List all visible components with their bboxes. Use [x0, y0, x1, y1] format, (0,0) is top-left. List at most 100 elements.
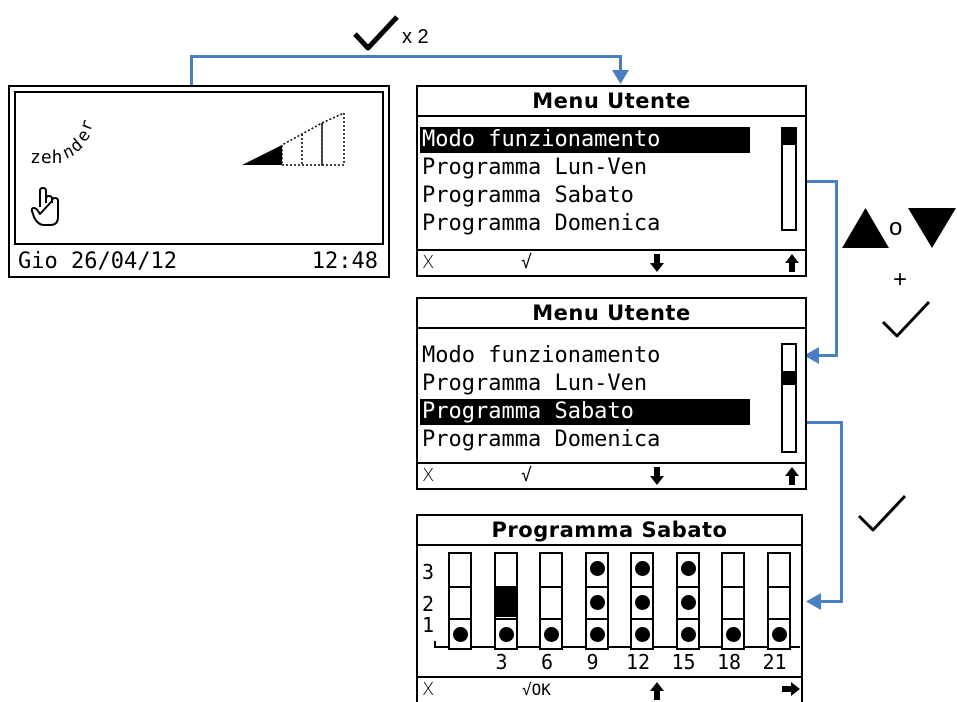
softkey-bar: X √ — [418, 462, 805, 488]
check-icon — [857, 494, 907, 532]
hour-labels: 3 6 9 12 15 18 21 — [418, 652, 805, 674]
program-cell-level-1 — [768, 618, 789, 649]
hour-label: 18 — [717, 650, 742, 674]
program-cell-level-1 — [723, 618, 743, 649]
softkey-bar: X √OK — [418, 676, 801, 702]
arrow-left-icon — [806, 593, 821, 610]
connector-home-to-menu-h — [190, 55, 622, 58]
zehnder-logo: zeh n d e r — [30, 117, 98, 168]
connector-menu1-to-menu2-h2 — [818, 354, 838, 357]
cancel-softkey[interactable]: X — [422, 251, 434, 275]
menu-item-programma-sabato[interactable]: Programma Sabato — [420, 399, 750, 425]
program-column[interactable] — [584, 552, 609, 650]
svg-text:zeh: zeh — [30, 147, 63, 168]
program-cell-level-1 — [495, 618, 516, 649]
program-cell-level-1 — [450, 618, 470, 649]
connector-menu2-to-program-h2 — [820, 600, 843, 603]
program-cell-level-2 — [723, 586, 743, 617]
arrow-down-icon[interactable] — [650, 467, 664, 485]
level-dot — [589, 561, 605, 576]
level-dot — [635, 561, 650, 576]
screen-title: Menu Utente — [418, 87, 805, 117]
level-dot — [498, 627, 514, 642]
scrollbar-thumb[interactable] — [783, 129, 795, 145]
screen-title: Menu Utente — [418, 299, 805, 329]
program-column[interactable] — [630, 552, 654, 650]
arrow-up-icon[interactable] — [785, 254, 799, 272]
scrollbar[interactable] — [781, 343, 797, 453]
check-icon — [881, 300, 931, 338]
program-cell-level-2 — [632, 586, 652, 617]
program-cell-level-2 — [586, 586, 607, 617]
program-cell-level-2 — [677, 586, 698, 617]
program-cell-level-1 — [632, 618, 652, 649]
program-column[interactable] — [493, 552, 518, 650]
menu-item-programma-domenica[interactable]: Programma Domenica — [420, 427, 750, 453]
program-cell-level-2 — [450, 586, 470, 617]
plus-label: + — [893, 266, 908, 293]
hour-label: 15 — [671, 650, 696, 674]
menu-screen-2: Menu Utente Modo funzionamento Programma… — [416, 297, 807, 490]
connector-menu2-to-program-v — [840, 421, 843, 603]
triangle-down-icon — [908, 208, 956, 248]
arrow-up-icon[interactable] — [650, 682, 664, 700]
level-dot — [589, 595, 605, 610]
program-column[interactable] — [539, 552, 563, 650]
program-cell-level-3 — [450, 554, 470, 585]
program-cell-level-2 — [495, 586, 516, 617]
scrollbar-thumb[interactable] — [783, 371, 795, 385]
program-cell-level-3 — [632, 554, 652, 585]
program-column[interactable] — [766, 552, 791, 650]
arrow-right-icon[interactable] — [782, 682, 800, 696]
cancel-softkey[interactable]: X — [422, 678, 434, 702]
program-cell-level-1 — [677, 618, 698, 649]
connector-menu2-to-program-h1 — [806, 421, 843, 424]
level-dot — [544, 627, 559, 642]
scrollbar[interactable] — [781, 127, 797, 231]
ok-softkey[interactable]: √ — [521, 464, 532, 488]
menu-item-programma-lun-ven[interactable]: Programma Lun-Ven — [420, 155, 750, 181]
program-cell-level-3 — [769, 554, 789, 585]
softkey-bar: X √ — [418, 249, 805, 275]
menu-screen-1: Menu Utente Modo funzionamento Programma… — [416, 85, 807, 277]
level-dot — [680, 627, 696, 642]
level-dot — [635, 627, 650, 642]
ok-softkey[interactable]: √OK — [522, 678, 551, 702]
arrow-up-icon[interactable] — [785, 467, 799, 485]
program-cell-level-1 — [586, 618, 607, 649]
program-cell-level-2 — [768, 586, 789, 617]
check-count-label: x 2 — [402, 26, 429, 48]
connector-menu1-to-menu2-h1 — [806, 180, 838, 183]
hour-label: 3 — [495, 650, 508, 674]
home-display-inner: zeh n d e r — [14, 91, 384, 245]
menu-item-programma-lun-ven[interactable]: Programma Lun-Ven — [420, 371, 750, 397]
program-cell-level-3 — [541, 554, 561, 585]
level-dot — [680, 595, 696, 610]
menu-item-programma-domenica[interactable]: Programma Domenica — [420, 211, 750, 237]
arrow-down-icon[interactable] — [650, 254, 664, 272]
connector-home-to-menu — [190, 55, 193, 85]
program-cell-level-3 — [587, 554, 607, 585]
menu-item-modo-funzionamento[interactable]: Modo funzionamento — [420, 343, 750, 369]
hour-label: 12 — [626, 650, 651, 674]
level-dot — [589, 627, 605, 642]
level-dot — [453, 627, 468, 642]
arrow-down-icon — [612, 70, 629, 84]
home-status-bar: Gio 26/04/12 12:48 — [14, 249, 384, 274]
program-cell-level-3 — [678, 554, 698, 585]
level-dot — [726, 627, 741, 642]
menu-item-modo-funzionamento[interactable]: Modo funzionamento — [420, 127, 750, 153]
ok-softkey[interactable]: √ — [521, 251, 532, 275]
program-column[interactable] — [448, 552, 472, 650]
program-cell-level-3 — [496, 554, 516, 585]
date-label: Gio 26/04/12 — [18, 249, 177, 274]
time-label: 12:48 — [311, 249, 378, 274]
menu-item-programma-sabato[interactable]: Programma Sabato — [420, 183, 750, 209]
program-column[interactable] — [675, 552, 700, 650]
hour-label: 6 — [541, 650, 554, 674]
level-dot — [680, 561, 696, 576]
cancel-softkey[interactable]: X — [422, 464, 434, 488]
program-cell-level-2 — [541, 586, 561, 617]
program-cell-level-3 — [723, 554, 743, 585]
program-column[interactable] — [721, 552, 745, 650]
